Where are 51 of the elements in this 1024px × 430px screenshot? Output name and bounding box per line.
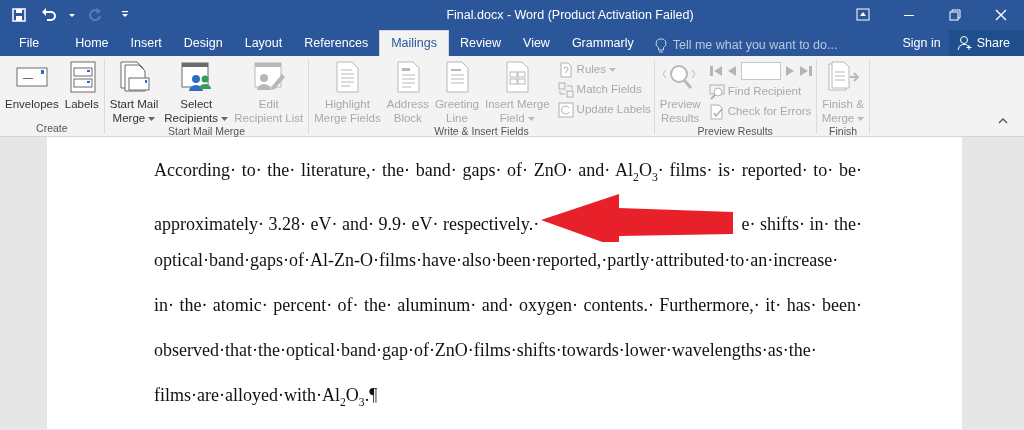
caret-icon [148, 114, 156, 123]
group-label: Start Mail Merge [166, 125, 246, 137]
text-line: According· to· the· literature,· the· band· gaps· of· ZnO· and· Al$_{2}$O$_{3}$· films· is· reported· to· be· [154, 159, 862, 186]
ribbon-display-icon[interactable] [855, 7, 871, 23]
ribbon-tab[interactable]: References [293, 30, 380, 56]
ribbon-tab[interactable]: Insert [119, 30, 173, 56]
save-icon[interactable] [11, 7, 27, 23]
magnifier-icon [708, 84, 725, 100]
text-line: films·are·alloyed·with·Al$_{2}$O$_{3}$.¶ [154, 384, 379, 411]
ribbon-button[interactable]: Select Recipients [162, 60, 231, 125]
ribbon-tab[interactable]: View [512, 30, 561, 56]
check-document-icon [708, 104, 725, 120]
refresh-icon [557, 102, 574, 118]
ribbon-tab[interactable]: Design [172, 30, 234, 56]
caret-icon [857, 114, 865, 123]
close-icon[interactable] [993, 7, 1009, 23]
group-label: Finish [828, 125, 859, 137]
collapse-ribbon-icon[interactable] [998, 116, 1008, 125]
swap-arrows-icon [557, 82, 574, 98]
sign-in-link[interactable]: Sign in [894, 33, 949, 53]
group-label: Create [35, 122, 69, 134]
undo-icon[interactable] [41, 7, 57, 23]
search-field[interactable]: Tell me what you want to do... [670, 35, 881, 56]
text-line: observed·that·the·optical·band·gap·of·ZnO·films·shifts·towards·lower·wavelengths·as·the· [154, 339, 818, 362]
restore-icon[interactable] [947, 7, 963, 23]
ribbon-button[interactable]: Labels [62, 60, 101, 122]
ribbon-tab[interactable]: Review [449, 30, 512, 56]
caret-icon [527, 114, 535, 123]
person-icon [956, 35, 973, 51]
text-line: approximately· 3.28· eV· and· 9.9· eV· respectively.· [154, 212, 540, 236]
document-question-icon [557, 62, 574, 78]
lightbulb-icon [654, 37, 667, 54]
text-line: in· the· atomic· percent· of· the· aluminum· and· oxygen· contents.· Furthermore,· it· has· been· [154, 294, 862, 317]
text-line: e· shifts· in· the· [741, 212, 862, 236]
ribbon-tab[interactable]: Grammarly [560, 30, 645, 56]
people-calendar-icon [179, 60, 214, 94]
share-button[interactable]: Share [948, 30, 1024, 56]
ribbon-button[interactable]: Envelopes [3, 60, 61, 122]
text-line: optical·band·gaps·of·Al-Zn-O·films·have·also·been·reported,·partly·attributed·to·an·increase· [154, 249, 840, 272]
ribbon-button[interactable]: Start Mail Merge [107, 60, 161, 125]
group-label: Preview Results [696, 125, 774, 137]
ribbon-tab[interactable]: Home [64, 30, 120, 56]
document-envelope-icon [117, 60, 151, 94]
caret-icon [221, 114, 229, 123]
ribbon-tab[interactable]: Layout [233, 30, 294, 56]
document-arrow-icon [826, 60, 861, 94]
window-title: Final.docx - Word (Product Activation Failed) [445, 6, 695, 24]
ribbon-tab[interactable]: Mailings [379, 30, 449, 56]
group-label: Write & Insert Fields [433, 125, 530, 137]
ribbon-tab[interactable]: File [8, 30, 51, 56]
caret-icon [609, 66, 616, 74]
